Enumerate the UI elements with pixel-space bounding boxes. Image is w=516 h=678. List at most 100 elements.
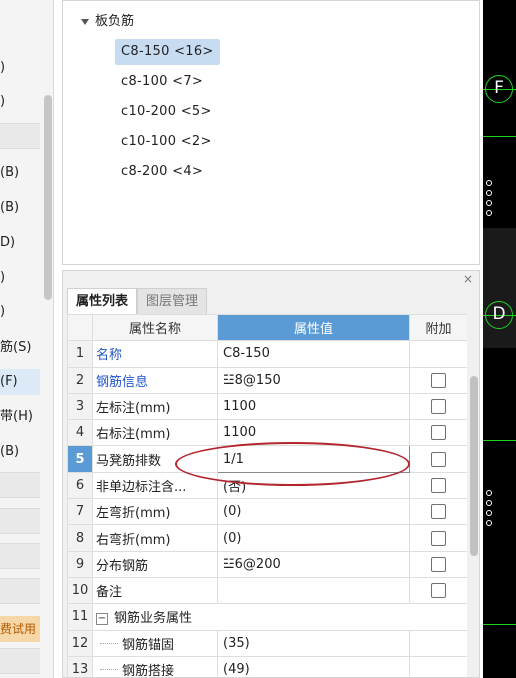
- extra-cell: [409, 524, 467, 552]
- left-panel-row[interactable]: 筋(S): [0, 335, 40, 361]
- left-panel-row[interactable]: [0, 123, 40, 149]
- extra-checkbox[interactable]: [431, 556, 446, 572]
- extra-checkbox[interactable]: [431, 504, 446, 520]
- rebar-dot-icon: [486, 490, 492, 496]
- scrollbar-thumb[interactable]: [470, 376, 478, 556]
- row-number: 12: [67, 629, 93, 657]
- tree-root-node[interactable]: 板负筋: [81, 11, 134, 33]
- free-trial-badge[interactable]: 费试用: [0, 616, 40, 642]
- left-panel-row[interactable]: D): [0, 230, 40, 256]
- property-value[interactable]: ☳8@150: [217, 366, 410, 394]
- property-value[interactable]: [217, 576, 410, 605]
- extra-cell: [409, 419, 467, 447]
- property-value[interactable]: C8-150: [217, 340, 410, 368]
- left-panel-row[interactable]: (B): [0, 439, 40, 465]
- axis-marker-d[interactable]: D: [485, 301, 513, 329]
- row-number: 10: [67, 576, 93, 605]
- property-value[interactable]: (0): [217, 498, 410, 526]
- rebar-dot-icon: [486, 180, 492, 186]
- tab-layer-management[interactable]: 图层管理: [137, 288, 208, 314]
- extra-checkbox[interactable]: [431, 530, 446, 546]
- column-header-name: 属性名称: [92, 314, 218, 342]
- extra-checkbox[interactable]: [431, 451, 446, 467]
- grid-line: [483, 136, 516, 137]
- row-number: 8: [67, 524, 93, 552]
- table-row[interactable]: 3 左标注(mm) 1100: [67, 392, 467, 421]
- property-value[interactable]: (49): [217, 655, 410, 677]
- extra-checkbox[interactable]: [431, 477, 446, 493]
- table-row[interactable]: 8 右弯折(mm) (0): [67, 524, 467, 552]
- row-number: 9: [67, 550, 93, 578]
- rebar-dot-icon: [486, 190, 492, 196]
- left-panel-row[interactable]: [0, 0, 40, 26]
- close-icon[interactable]: ×: [463, 272, 473, 286]
- row-number-current: 5: [67, 445, 93, 473]
- left-panel-row[interactable]: ): [0, 265, 40, 291]
- drawing-canvas[interactable]: F D: [483, 0, 516, 678]
- row-number: 4: [67, 419, 93, 447]
- axis-marker-f[interactable]: F: [485, 75, 513, 103]
- left-panel-row[interactable]: [0, 543, 40, 569]
- tree-item[interactable]: c8-200 <4>: [115, 159, 209, 185]
- left-panel-scrollbar[interactable]: [44, 95, 52, 300]
- property-tabs: 属性列表 图层管理: [67, 288, 208, 314]
- table-row-group[interactable]: 11 − 钢筋业务属性: [67, 603, 467, 631]
- table-row-current[interactable]: 5 马凳筋排数 1/1: [67, 445, 467, 473]
- property-name-cell: 钢筋锚固: [92, 629, 218, 657]
- property-name: 马凳筋排数: [92, 445, 218, 473]
- table-row[interactable]: 1 名称 C8-150: [67, 340, 467, 368]
- table-row[interactable]: 10 备注: [67, 576, 467, 605]
- tree-indent-line: [100, 669, 118, 670]
- row-number: 11: [67, 603, 93, 631]
- property-panel: × 属性列表 图层管理 属性名称 属性值 附加 1 名称 C8-150 2 钢筋…: [62, 270, 480, 678]
- tree-item[interactable]: c8-100 <7>: [115, 69, 209, 95]
- extra-cell: [409, 498, 467, 526]
- table-row[interactable]: 6 非单边标注含... (否): [67, 471, 467, 500]
- left-panel-row[interactable]: (B): [0, 195, 40, 221]
- property-name: 非单边标注含...: [92, 471, 218, 500]
- extra-checkbox[interactable]: [431, 583, 446, 599]
- property-value-editing[interactable]: 1/1: [217, 445, 410, 473]
- table-row[interactable]: 13 钢筋搭接 (49): [67, 655, 467, 677]
- left-panel-row-selected[interactable]: (F): [0, 369, 40, 395]
- tree-item-selected[interactable]: C8-150 <16>: [115, 39, 220, 65]
- table-row[interactable]: 2 钢筋信息 ☳8@150: [67, 366, 467, 394]
- extra-checkbox[interactable]: [431, 372, 446, 388]
- left-panel-row[interactable]: [0, 472, 40, 498]
- row-number: 3: [67, 392, 93, 421]
- row-number: 13: [67, 655, 93, 677]
- collapse-minus-icon[interactable]: −: [96, 612, 108, 625]
- row-number: 7: [67, 498, 93, 526]
- left-panel-row[interactable]: ): [0, 55, 40, 81]
- column-header-value: 属性值: [217, 314, 410, 342]
- property-value[interactable]: (否): [217, 471, 410, 500]
- table-row[interactable]: 12 钢筋锚固 (35): [67, 629, 467, 657]
- left-panel-row[interactable]: (B): [0, 160, 40, 186]
- property-name: 备注: [92, 576, 218, 605]
- left-panel-row[interactable]: ): [0, 89, 40, 115]
- rebar-dot-icon: [486, 210, 492, 216]
- left-panel-row[interactable]: [0, 648, 40, 674]
- extra-checkbox[interactable]: [431, 399, 446, 415]
- left-panel-row[interactable]: ): [0, 299, 40, 325]
- table-row[interactable]: 4 右标注(mm) 1100: [67, 419, 467, 447]
- left-panel-row[interactable]: [0, 578, 40, 604]
- extra-checkbox[interactable]: [431, 425, 446, 441]
- property-value[interactable]: ☳6@200: [217, 550, 410, 578]
- left-panel-row[interactable]: [0, 508, 40, 534]
- table-row[interactable]: 9 分布钢筋 ☳6@200: [67, 550, 467, 578]
- property-value[interactable]: 1100: [217, 419, 410, 447]
- left-panel-row[interactable]: 带(H): [0, 404, 40, 430]
- property-value[interactable]: (35): [217, 629, 410, 657]
- table-row[interactable]: 7 左弯折(mm) (0): [67, 498, 467, 526]
- canvas-shade-band: [483, 228, 516, 348]
- collapse-triangle-icon[interactable]: [81, 19, 89, 25]
- property-grid: 属性名称 属性值 附加 1 名称 C8-150 2 钢筋信息 ☳8@150 3 …: [67, 314, 467, 677]
- property-value[interactable]: 1100: [217, 392, 410, 421]
- tree-item[interactable]: c10-100 <2>: [115, 129, 218, 155]
- property-value[interactable]: (0): [217, 524, 410, 552]
- property-grid-scrollbar[interactable]: [467, 314, 479, 677]
- tab-property-list[interactable]: 属性列表: [67, 288, 138, 314]
- tree-item[interactable]: c10-200 <5>: [115, 99, 218, 125]
- extra-cell: [409, 550, 467, 578]
